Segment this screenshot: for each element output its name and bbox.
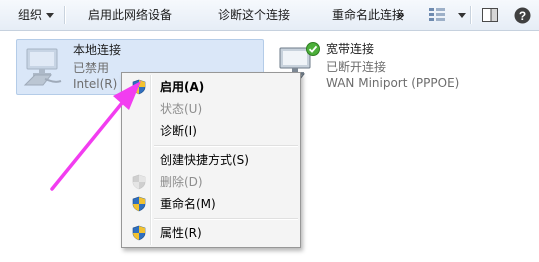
menu-item-label: 创建快捷方式(S) [160, 153, 249, 167]
menu-item-create-shortcut[interactable]: 创建快捷方式(S) [124, 149, 298, 171]
view-list-icon [429, 8, 445, 21]
chevron-down-icon [46, 13, 55, 18]
menu-item-label: 状态(U) [160, 102, 203, 116]
context-menu: 启用(A) 状态(U) 诊断(I) 创建快捷方式(S) 删除(D) 重命名(M) [121, 72, 301, 248]
shield-icon [132, 174, 146, 190]
connection-name: 本地连接 [73, 43, 122, 57]
help-icon: ? [514, 7, 531, 24]
menu-item-label: 属性(R) [160, 226, 202, 240]
menu-item-properties[interactable]: 属性(R) [124, 222, 298, 244]
menu-item-enable[interactable]: 启用(A) [124, 76, 298, 98]
organize-button[interactable]: 组织 [18, 0, 55, 30]
menu-item-diagnose[interactable]: 诊断(I) [124, 120, 298, 142]
menu-item-label: 诊断(I) [160, 124, 197, 138]
enable-device-button[interactable]: 启用此网络设备 [88, 0, 172, 30]
menu-separator [154, 218, 298, 220]
menu-item-rename[interactable]: 重命名(M) [124, 193, 298, 215]
broadband-connection-item[interactable]: 宽带连接 已断开连接 WAN Miniport (PPPOE) [270, 39, 500, 95]
menu-item-status[interactable]: 状态(U) [124, 98, 298, 120]
shield-icon [132, 196, 146, 212]
diagnose-button[interactable]: 诊断这个连接 [218, 0, 290, 30]
preview-pane-button[interactable] [482, 0, 500, 30]
menu-item-label: 删除(D) [160, 175, 203, 189]
connection-name: 宽带连接 [326, 42, 375, 56]
chevron-down-icon [458, 13, 466, 18]
shield-icon [132, 225, 146, 241]
menu-item-label: 重命名(M) [160, 197, 216, 211]
preview-pane-icon [482, 8, 498, 22]
command-bar: 组织 启用此网络设备 诊断这个连接 重命名此连接 » ? [0, 0, 539, 31]
more-commands-button[interactable]: » [397, 0, 405, 30]
menu-item-label: 启用(A) [160, 80, 205, 94]
connection-status: 已禁用 [73, 61, 110, 75]
help-button[interactable]: ? [514, 0, 532, 30]
rename-button[interactable]: 重命名此连接 [332, 0, 404, 30]
divider [470, 6, 472, 24]
menu-separator [154, 145, 298, 147]
connection-status: 已断开连接 [326, 60, 387, 74]
organize-label: 组织 [18, 8, 43, 22]
svg-text:?: ? [519, 9, 526, 23]
connection-device: WAN Miniport (PPPOE) [326, 76, 460, 90]
network-adapter-icon [23, 48, 62, 86]
divider [64, 6, 66, 24]
check-icon [306, 42, 320, 56]
menu-item-delete[interactable]: 删除(D) [124, 171, 298, 193]
view-options-button[interactable] [428, 0, 466, 30]
shield-icon [132, 79, 146, 95]
